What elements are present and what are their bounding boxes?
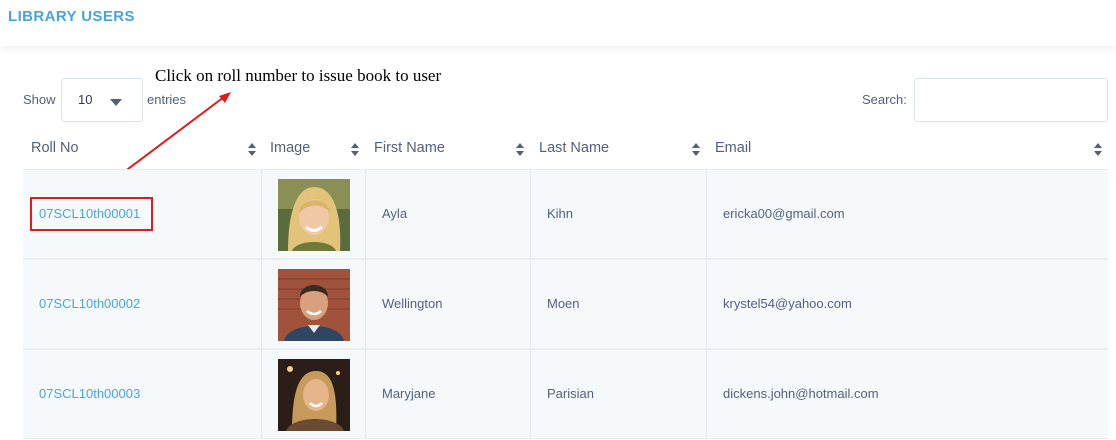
email-cell: dickens.john@hotmail.com [723, 386, 879, 401]
roll-number-link[interactable]: 07SCL10th00003 [39, 386, 140, 401]
roll-number-highlight [30, 197, 153, 231]
header-roll-no[interactable]: Roll No [31, 140, 79, 160]
roll-number-link[interactable]: 07SCL10th00002 [39, 296, 140, 311]
header-last-name[interactable]: Last Name [539, 140, 609, 160]
header-first-name[interactable]: First Name [374, 140, 445, 160]
user-avatar [278, 269, 350, 341]
search-input[interactable] [914, 78, 1108, 122]
sort-icon[interactable] [1094, 143, 1104, 157]
table-row: 07SCL10th00003 Maryjane Parisian dickens… [23, 349, 1108, 439]
page-title: LIBRARY USERS [8, 8, 135, 25]
table-row: 07SCL10th00001 Ayla Kihn ericka00@gmail.… [23, 169, 1108, 259]
chevron-down-icon [110, 99, 122, 106]
last-name-cell: Moen [547, 296, 580, 311]
sort-icon[interactable] [351, 143, 361, 157]
header-image[interactable]: Image [270, 140, 310, 160]
last-name-cell: Parisian [547, 386, 594, 401]
first-name-cell: Maryjane [382, 386, 436, 401]
show-label: Show [23, 92, 56, 107]
email-cell: krystel54@yahoo.com [723, 296, 852, 311]
user-avatar [278, 179, 350, 251]
email-cell: ericka00@gmail.com [723, 206, 845, 221]
user-avatar [278, 359, 350, 431]
page-length-select[interactable]: 10 [61, 78, 143, 122]
last-name-cell: Kihn [547, 206, 574, 221]
top-bar: LIBRARY USERS [0, 0, 1116, 46]
sort-icon[interactable] [516, 143, 526, 157]
annotation-text: Click on roll number to issue book to us… [155, 66, 442, 85]
sort-icon[interactable] [248, 143, 258, 157]
header-email[interactable]: Email [715, 140, 751, 160]
search-label: Search: [862, 92, 907, 107]
first-name-cell: Ayla [382, 206, 408, 221]
table-row: 07SCL10th00002 Wellington Moen krystel54… [23, 259, 1108, 349]
first-name-cell: Wellington [382, 296, 443, 311]
page-length-value: 10 [78, 92, 93, 107]
sort-icon[interactable] [692, 143, 702, 157]
entries-label: entries [147, 92, 187, 107]
